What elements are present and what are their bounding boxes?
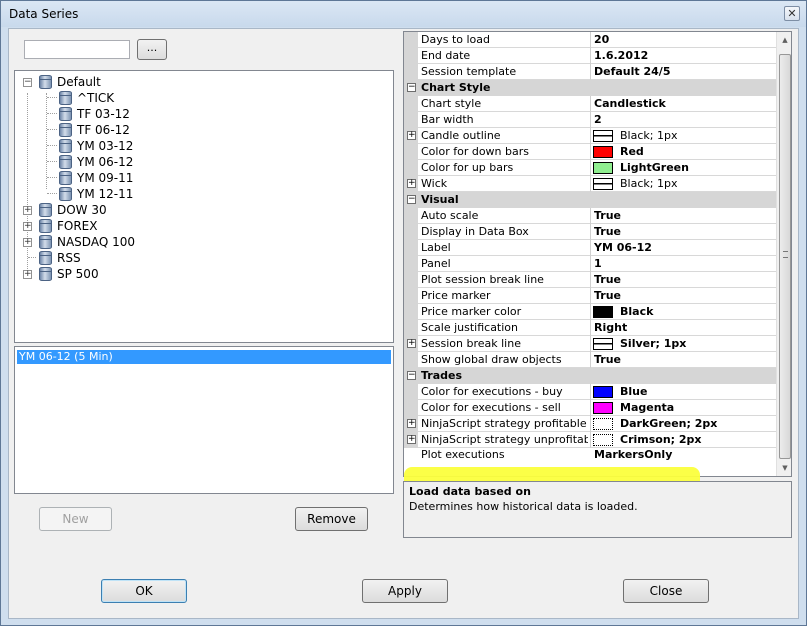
property-row[interactable]: Color for down bars Red: [404, 144, 776, 160]
instrument-tree[interactable]: − Default ^TICK TF 03-12 TF 06-12 YM 03-…: [14, 70, 394, 343]
collapse-icon[interactable]: −: [407, 195, 416, 204]
line-style-swatch: [593, 434, 613, 446]
database-icon: [39, 267, 52, 281]
expand-icon[interactable]: +: [407, 339, 416, 348]
color-swatch: [593, 386, 613, 398]
close-button[interactable]: Close: [623, 579, 709, 603]
property-row[interactable]: Show global draw objects True: [404, 352, 776, 368]
scroll-up-icon[interactable]: ▲: [777, 32, 791, 48]
database-icon: [59, 139, 72, 153]
property-row[interactable]: Panel 1: [404, 256, 776, 272]
property-row[interactable]: Days to load 20: [404, 32, 776, 48]
database-icon: [39, 235, 52, 249]
collapse-icon[interactable]: −: [407, 83, 416, 92]
description-title: Load data based on: [409, 485, 531, 498]
expand-icon[interactable]: +: [407, 435, 416, 444]
title-bar: Data Series ✕: [1, 1, 806, 27]
expand-icon[interactable]: +: [23, 206, 32, 215]
property-row[interactable]: Scale justification Right: [404, 320, 776, 336]
remove-button[interactable]: Remove: [295, 507, 368, 531]
expand-icon[interactable]: +: [407, 131, 416, 140]
line-style-swatch: [593, 178, 613, 190]
property-row[interactable]: Session template Default 24/5: [404, 64, 776, 80]
expand-icon[interactable]: +: [407, 419, 416, 428]
apply-button[interactable]: Apply: [362, 579, 448, 603]
expand-icon[interactable]: +: [23, 238, 32, 247]
database-icon: [59, 187, 72, 201]
property-grid[interactable]: Days to load 20 End date 1.6.2012 Session …: [403, 31, 792, 477]
color-swatch: [593, 162, 613, 174]
property-row[interactable]: Price marker color Black: [404, 304, 776, 320]
list-item[interactable]: YM 06-12 (5 Min): [17, 350, 391, 364]
database-icon: [59, 123, 72, 137]
category-chart-style[interactable]: − Chart Style: [404, 80, 776, 96]
collapse-icon[interactable]: −: [23, 78, 32, 87]
property-row[interactable]: Plot session break line True: [404, 272, 776, 288]
database-icon: [39, 251, 52, 265]
property-row[interactable]: Color for up bars LightGreen: [404, 160, 776, 176]
category-trades[interactable]: − Trades: [404, 368, 776, 384]
database-icon: [59, 91, 72, 105]
database-icon: [39, 203, 52, 217]
property-row[interactable]: Bar width 2: [404, 112, 776, 128]
property-grid-scrollbar[interactable]: ▲ ▼: [776, 32, 791, 476]
property-row[interactable]: Display in Data Box True: [404, 224, 776, 240]
category-visual[interactable]: − Visual: [404, 192, 776, 208]
database-icon: [39, 219, 52, 233]
data-series-dialog: Data Series ✕ ... − Default ^TICK TF 03-: [0, 0, 807, 626]
database-icon: [59, 107, 72, 121]
new-button[interactable]: New: [39, 507, 112, 531]
line-style-swatch: [593, 418, 613, 430]
search-input[interactable]: [24, 40, 130, 59]
scroll-thumb[interactable]: [779, 54, 791, 459]
description-text: Determines how historical data is loaded…: [409, 500, 638, 513]
database-icon: [59, 155, 72, 169]
property-row[interactable]: + Candle outline Black; 1px: [404, 128, 776, 144]
property-row[interactable]: Price marker True: [404, 288, 776, 304]
property-row[interactable]: +NinjaScript strategy profitable tracDar…: [404, 416, 776, 432]
color-swatch: [593, 146, 613, 158]
color-swatch: [593, 402, 613, 414]
dialog-body: ... − Default ^TICK TF 03-12 TF 06-12 YM…: [8, 28, 799, 619]
expand-icon[interactable]: +: [23, 222, 32, 231]
expand-icon[interactable]: +: [407, 179, 416, 188]
window-title: Data Series: [9, 7, 79, 21]
color-swatch: [593, 306, 613, 318]
close-icon[interactable]: ✕: [784, 6, 800, 21]
collapse-icon[interactable]: −: [407, 371, 416, 380]
property-row[interactable]: +NinjaScript strategy unprofitable trCri…: [404, 432, 776, 448]
property-description: Load data based on Determines how histor…: [403, 481, 792, 538]
property-row[interactable]: + Session break line Silver; 1px: [404, 336, 776, 352]
property-row[interactable]: Label YM 06-12: [404, 240, 776, 256]
property-row[interactable]: Color for executions - buy Blue: [404, 384, 776, 400]
line-style-swatch: [593, 338, 613, 350]
database-icon: [59, 171, 72, 185]
property-row[interactable]: Auto scale True: [404, 208, 776, 224]
ok-button[interactable]: OK: [101, 579, 187, 603]
property-row-plot-executions[interactable]: Plot executions MarkersOnly: [404, 447, 776, 463]
property-row[interactable]: Color for executions - sell Magenta: [404, 400, 776, 416]
series-list[interactable]: YM 06-12 (5 Min): [14, 346, 394, 494]
property-row[interactable]: + Wick Black; 1px: [404, 176, 776, 192]
line-style-swatch: [593, 130, 613, 142]
expand-icon[interactable]: +: [23, 270, 32, 279]
scroll-down-icon[interactable]: ▼: [777, 460, 791, 476]
browse-button[interactable]: ...: [137, 39, 167, 60]
database-icon: [39, 75, 52, 89]
property-row[interactable]: Chart style Candlestick: [404, 96, 776, 112]
property-row[interactable]: End date 1.6.2012: [404, 48, 776, 64]
